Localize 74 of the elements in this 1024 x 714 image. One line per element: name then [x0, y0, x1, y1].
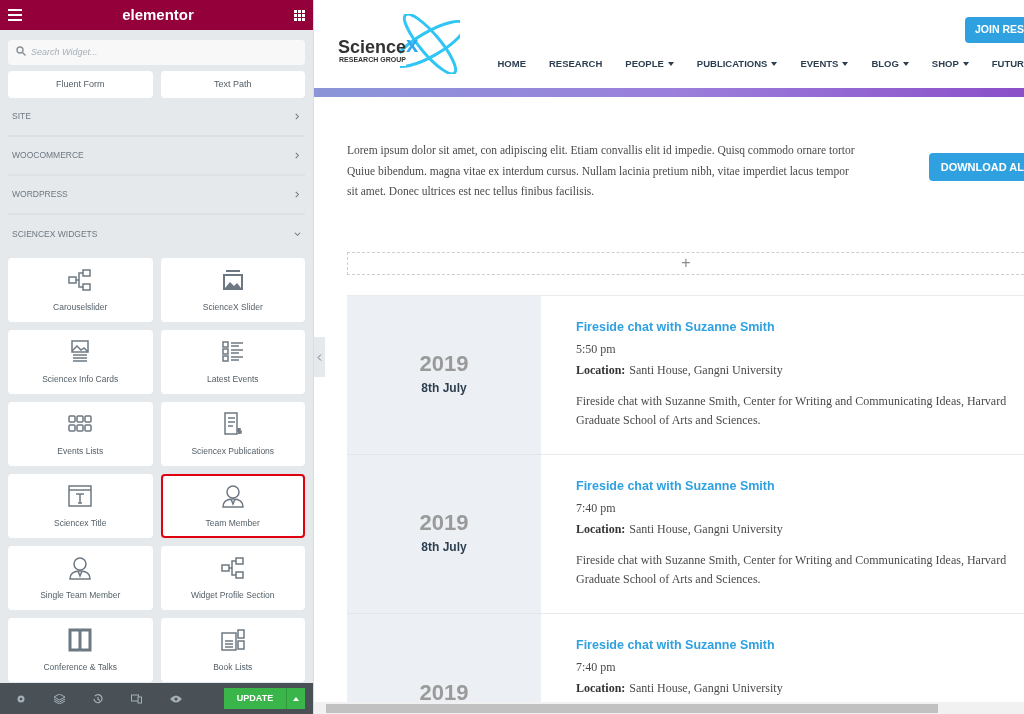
- flowchart-icon: [219, 554, 246, 581]
- eye-icon[interactable]: [170, 694, 182, 703]
- event-date: 8th July: [421, 538, 467, 556]
- chevron-right-icon: [294, 152, 301, 159]
- nav-link[interactable]: HOME: [497, 57, 526, 72]
- caret-up-icon: [293, 696, 299, 701]
- nav-link[interactable]: SHOP: [931, 57, 969, 72]
- widget-tile[interactable]: Text Path: [160, 71, 305, 98]
- event-time: 7:40 pm: [576, 659, 617, 677]
- nav-link[interactable]: FUTUR: [991, 57, 1024, 72]
- widget-tile[interactable]: Team Member: [160, 474, 305, 538]
- person-icon: [219, 482, 246, 509]
- widget-tile[interactable]: Latest Events: [160, 330, 305, 394]
- nav-link[interactable]: PEOPLE: [625, 57, 674, 72]
- category-header[interactable]: WOOCOMMERCE: [8, 137, 305, 176]
- chevron-left-icon: [317, 353, 322, 361]
- widget-tile[interactable]: Single Team Member: [8, 546, 153, 610]
- search-icon: [16, 46, 26, 56]
- location-label: Location:: [576, 362, 626, 380]
- widget-tile[interactable]: Sciencex Publications: [160, 402, 305, 466]
- update-options-button[interactable]: [286, 688, 305, 709]
- panel-title: elementor: [122, 4, 194, 25]
- location-label: Location:: [576, 680, 626, 698]
- category-header[interactable]: WORDPRESS: [8, 176, 305, 215]
- flowchart-icon: [67, 266, 94, 293]
- book-list-icon: [219, 626, 246, 653]
- event-year: 2019: [419, 511, 469, 534]
- widget-tile[interactable]: Widget Profile Section: [160, 546, 305, 610]
- chevron-right-icon: [294, 191, 301, 198]
- widget-tile[interactable]: Fluent Form: [8, 71, 153, 98]
- widget-tile[interactable]: Events Lists: [8, 402, 153, 466]
- widget-tile[interactable]: Sciencex Info Cards: [8, 330, 153, 394]
- nav-link[interactable]: PUBLICATIONS: [696, 57, 778, 72]
- event-location: Santi House, Gangni University: [629, 521, 783, 539]
- nav-link[interactable]: RESEARCH: [549, 57, 603, 72]
- widget-tile[interactable]: ScienceX Slider: [160, 258, 305, 322]
- widget-tile[interactable]: Carouselslider: [8, 258, 153, 322]
- intro-paragraph: Lorem ipsum dolor sit amet, con adipiscing elit. Etiam convallis elit id impedie. Quisq commodo ornare tortor Quiue bibendum. magna vitae ex interdum cursus. Nullam lacinia pretium nibh, vitae imperdiet lacus tempor sit amet. Donec ultrices est nec tellus finibus facilisis.: [347, 143, 856, 199]
- layers-icon[interactable]: [54, 693, 65, 704]
- person-icon: [67, 554, 94, 581]
- event-year: 2019: [419, 352, 469, 375]
- category-header[interactable]: SITE: [8, 98, 305, 137]
- list-icon: [219, 338, 246, 365]
- event-location: Santi House, Gangni University: [629, 680, 783, 698]
- caret-down-icon: [667, 62, 674, 67]
- title-icon: [67, 482, 94, 509]
- event-date: 8th July: [421, 379, 467, 397]
- widget-tile[interactable]: Book Lists: [160, 618, 305, 682]
- widget-tile[interactable]: Sciencex Title: [8, 474, 153, 538]
- event-location: Santi House, Gangni University: [629, 362, 783, 380]
- nav-link[interactable]: BLOG: [871, 57, 909, 72]
- caret-down-icon: [962, 62, 969, 67]
- caret-down-icon: [771, 62, 778, 67]
- event-time: 7:40 pm: [576, 500, 617, 518]
- menu-icon[interactable]: [8, 9, 22, 21]
- chevron-right-icon: [294, 113, 301, 120]
- apps-grid-icon[interactable]: [294, 9, 305, 21]
- horizontal-scrollbar[interactable]: [314, 702, 1024, 714]
- chevron-down-icon: [294, 231, 301, 238]
- event-description: Fireside chat with Suzanne Smith, Center for Writing and Communicating Ideas, Harvard Graduate School of Arts and Sciences.: [576, 552, 1008, 589]
- location-label: Location:: [576, 521, 626, 539]
- search-field[interactable]: Search Widget...: [8, 39, 305, 65]
- event-description: Fireside chat with Suzanne Smith, Center for Writing and Communicating Ideas, Harvard Graduate School of Arts and Sciences.: [576, 393, 1008, 430]
- caret-down-icon: [902, 62, 909, 67]
- columns-icon: [67, 626, 94, 653]
- responsive-icon[interactable]: [131, 693, 142, 704]
- category-header[interactable]: SCIENCEX WIDGETS: [8, 215, 305, 254]
- nav-link[interactable]: EVENTS: [800, 57, 849, 72]
- settings-icon[interactable]: [16, 693, 26, 704]
- event-year: 2019: [419, 681, 469, 704]
- event-time: 5:50 pm: [576, 341, 617, 359]
- widget-tile[interactable]: Conference & Talks: [8, 618, 153, 682]
- caret-down-icon: [842, 62, 849, 67]
- history-icon[interactable]: [93, 693, 103, 704]
